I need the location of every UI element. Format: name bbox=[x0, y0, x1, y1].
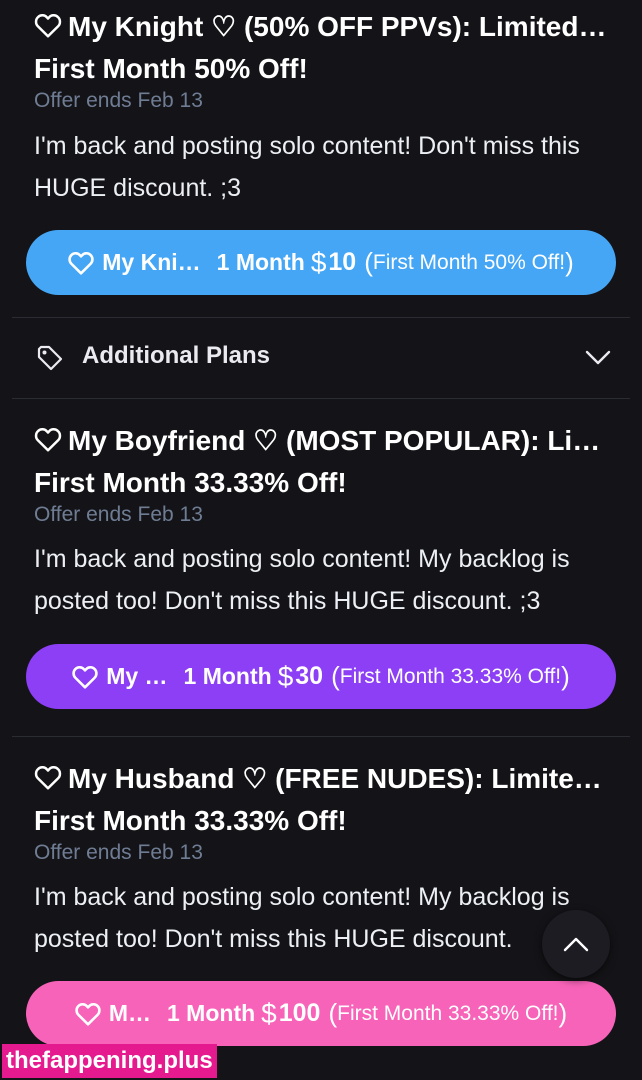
paren-open: ( bbox=[328, 998, 338, 1028]
tier-title-text: My Husband ♡ (FREE NUDES): Limited… bbox=[68, 763, 614, 794]
tier-subtitle: First Month 33.33% Off! bbox=[34, 805, 347, 836]
button-price: 10 bbox=[328, 248, 357, 276]
subscribe-button-my-boyfriend[interactable]: My … 1 Month $ 30 (First Month 33.33% Of… bbox=[26, 644, 616, 709]
button-discount: First Month 33.33% Off! bbox=[337, 1001, 559, 1025]
watermark: thefappening.plus bbox=[2, 1044, 217, 1078]
paren-close: ) bbox=[565, 247, 574, 277]
tag-icon bbox=[37, 345, 63, 371]
page: My Knight ♡ (50% OFF PPVs): Limited… Fir… bbox=[0, 0, 642, 1080]
paren-open: ( bbox=[364, 247, 373, 277]
heart-icon bbox=[34, 14, 62, 38]
tier-title-text: My Boyfriend ♡ (MOST POPULAR): Li… bbox=[68, 425, 601, 456]
offer-ends: Offer ends Feb 13 bbox=[34, 503, 203, 526]
subscribe-button-my-husband[interactable]: M… 1 Month $ 100 (First Month 33.33% Off… bbox=[26, 981, 616, 1046]
button-tier-name: My … bbox=[106, 663, 168, 689]
scroll-to-top-button[interactable] bbox=[542, 910, 610, 978]
tier-title: My Knight ♡ (50% OFF PPVs): Limited… bbox=[34, 6, 614, 48]
tier-title-text: My Knight ♡ (50% OFF PPVs): Limited… bbox=[68, 11, 607, 42]
button-currency: $ bbox=[277, 660, 294, 692]
offer-ends: Offer ends Feb 13 bbox=[34, 89, 203, 112]
heart-icon bbox=[68, 251, 94, 275]
paren-close: ) bbox=[558, 998, 568, 1028]
button-price: 30 bbox=[295, 662, 324, 690]
offer-ends: Offer ends Feb 13 bbox=[34, 841, 203, 864]
button-duration: 1 Month bbox=[183, 663, 272, 689]
divider bbox=[12, 398, 630, 399]
button-tier-name: My Kni… bbox=[102, 249, 201, 275]
subscribe-button-my-knight[interactable]: My Kni… 1 Month $ 10 (First Month 50% Of… bbox=[26, 230, 616, 295]
tier-description: I'm back and posting solo content! My ba… bbox=[34, 545, 570, 615]
paren-close: ) bbox=[561, 661, 570, 691]
tier-subtitle: First Month 50% Off! bbox=[34, 53, 308, 84]
divider bbox=[12, 736, 630, 737]
button-price: 100 bbox=[278, 999, 321, 1027]
paren-open: ( bbox=[331, 661, 340, 691]
tier-title: My Boyfriend ♡ (MOST POPULAR): Li… bbox=[34, 420, 614, 462]
heart-icon bbox=[75, 1002, 101, 1026]
chevron-down-icon bbox=[585, 350, 611, 365]
additional-plans-toggle[interactable]: Additional Plans bbox=[0, 330, 642, 386]
heart-icon bbox=[34, 766, 62, 790]
tier-subtitle: First Month 33.33% Off! bbox=[34, 467, 347, 498]
button-duration: 1 Month bbox=[216, 249, 305, 275]
button-currency: $ bbox=[261, 997, 277, 1029]
additional-plans-label: Additional Plans bbox=[82, 342, 271, 369]
button-duration: 1 Month bbox=[167, 1000, 256, 1026]
button-discount: First Month 50% Off! bbox=[372, 250, 566, 274]
heart-icon bbox=[72, 665, 98, 689]
chevron-up-icon bbox=[563, 937, 589, 952]
button-tier-name: M… bbox=[108, 1000, 151, 1026]
tier-title: My Husband ♡ (FREE NUDES): Limited… bbox=[34, 758, 614, 800]
tier-description: I'm back and posting solo content! My ba… bbox=[34, 883, 570, 953]
tier-description: I'm back and posting solo content! Don't… bbox=[34, 132, 580, 202]
divider bbox=[12, 317, 630, 318]
button-discount: First Month 33.33% Off! bbox=[339, 664, 562, 688]
heart-icon bbox=[34, 428, 62, 452]
button-currency: $ bbox=[310, 246, 327, 278]
